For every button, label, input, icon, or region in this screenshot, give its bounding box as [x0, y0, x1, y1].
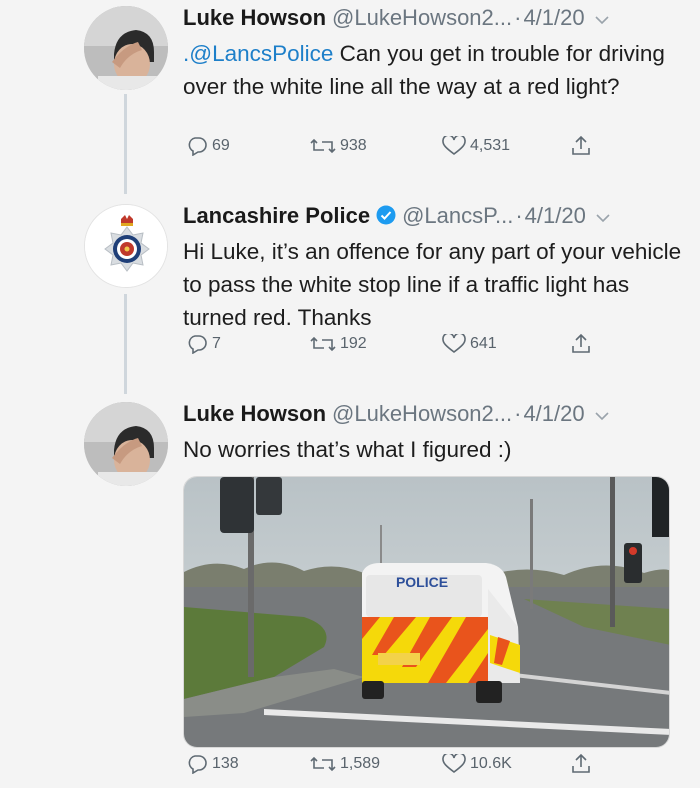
retweet-count: 938: [340, 137, 367, 154]
reply-button[interactable]: 138: [186, 754, 239, 774]
like-icon: [442, 136, 466, 156]
tweet-text: Hi Luke, it’s an offence for any part of…: [183, 239, 682, 330]
like-count: 641: [470, 335, 497, 352]
avatar-luke-howson[interactable]: [84, 402, 168, 486]
like-button[interactable]: 4,531: [442, 136, 510, 156]
user-handle[interactable]: @LukeHowson2...: [332, 400, 512, 428]
reply-count: 69: [212, 137, 230, 154]
tweet-text: No worries that’s what I figured :): [183, 437, 512, 462]
user-handle[interactable]: @LancsP...: [402, 202, 513, 230]
reply-button[interactable]: 7: [186, 334, 221, 354]
retweet-count: 192: [340, 335, 367, 352]
share-button[interactable]: [570, 135, 596, 157]
display-name[interactable]: Luke Howson: [183, 400, 326, 428]
retweet-button[interactable]: 1,589: [310, 754, 380, 774]
tweet-1[interactable]: Luke Howson @LukeHowson2... · 4/1/20 .@L…: [0, 0, 700, 190]
retweet-button[interactable]: 192: [310, 334, 367, 354]
like-count: 4,531: [470, 137, 511, 154]
tweet-date[interactable]: 4/1/20: [525, 202, 586, 230]
retweet-icon: [310, 756, 336, 772]
reply-button[interactable]: 69: [186, 136, 230, 156]
share-icon: [572, 135, 590, 155]
tweet-text: .@LancsPolice Can you get in trouble for…: [183, 37, 682, 103]
mention-link[interactable]: .@LancsPolice: [183, 41, 333, 66]
like-icon: [442, 754, 466, 774]
separator-dot: ·: [514, 401, 522, 426]
share-icon: [572, 333, 590, 353]
share-button[interactable]: [570, 753, 596, 775]
reply-icon: [188, 335, 207, 354]
tweet-date[interactable]: 4/1/20: [523, 4, 584, 32]
tweet-header: Lancashire Police @LancsP... · 4/1/20: [183, 202, 682, 233]
reply-count: 138: [212, 755, 239, 772]
avatar-lancashire-police[interactable]: [84, 204, 168, 288]
police-van-photo: POLICE: [184, 477, 669, 747]
like-button[interactable]: 10.6K: [442, 754, 512, 774]
like-icon: [442, 334, 466, 354]
like-button[interactable]: 641: [442, 334, 497, 354]
verified-badge-icon: [376, 204, 396, 225]
tweet-header: Luke Howson @LukeHowson2... · 4/1/20: [183, 4, 682, 35]
retweet-icon: [310, 138, 336, 154]
tweet-header: Luke Howson @LukeHowson2... · 4/1/20: [183, 400, 682, 431]
like-count: 10.6K: [470, 755, 512, 772]
tweet-photo[interactable]: POLICE: [183, 476, 670, 748]
retweet-button[interactable]: 938: [310, 136, 367, 156]
retweet-count: 1,589: [340, 755, 381, 772]
user-handle[interactable]: @LukeHowson2...: [332, 4, 512, 32]
share-button[interactable]: [570, 333, 596, 355]
tweet-date[interactable]: 4/1/20: [523, 400, 584, 428]
chevron-down-icon[interactable]: [595, 403, 609, 431]
reply-icon: [188, 755, 207, 774]
share-icon: [572, 753, 590, 773]
avatar-luke-howson[interactable]: [84, 6, 168, 90]
van-police-label: POLICE: [396, 574, 448, 590]
chevron-down-icon[interactable]: [595, 7, 609, 35]
reply-count: 7: [212, 335, 221, 352]
police-van: POLICE: [362, 563, 520, 703]
reply-icon: [188, 137, 207, 156]
chevron-down-icon[interactable]: [596, 205, 610, 233]
display-name[interactable]: Lancashire Police: [183, 202, 370, 230]
separator-dot: ·: [514, 5, 522, 30]
separator-dot: ·: [515, 203, 523, 228]
tweet-2[interactable]: Lancashire Police @LancsP... · 4/1/20 Hi…: [0, 196, 700, 392]
display-name[interactable]: Luke Howson: [183, 4, 326, 32]
retweet-icon: [310, 336, 336, 352]
